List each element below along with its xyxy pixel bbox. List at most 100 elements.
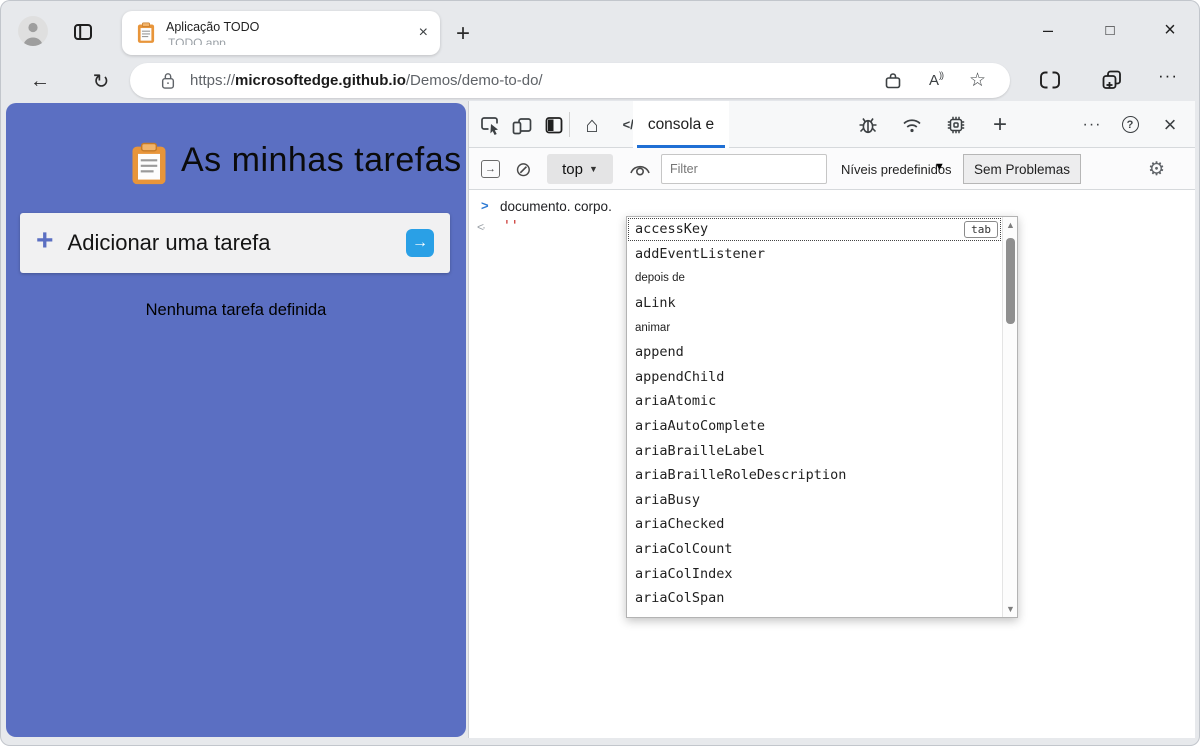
autocomplete-item[interactable]: ariaBusy [627,488,1002,513]
console-prompt-icon: > [481,198,489,213]
autocomplete-item-label: appendChild [635,369,724,385]
toolbar-divider [569,112,570,137]
autocomplete-item-label: addEventListener [635,246,765,262]
scroll-up-icon[interactable]: ▲ [1003,220,1018,230]
console-toolbar: → ⊘ top ▼ Níveis predefinidos ▼ Sem Prob… [469,148,1195,190]
device-emulation-icon[interactable] [511,114,533,136]
console-sidebar-icon[interactable]: → [481,160,500,178]
browser-tab[interactable]: Aplicação TODO TODO app × [122,11,440,55]
autocomplete-popup: accessKey tab addEventListener depois de… [626,216,1018,618]
add-task-label: Adicionar uma tarefa [68,230,271,256]
autocomplete-item[interactable]: aLink [627,291,1002,316]
tab-ghost-title: TODO app [168,36,226,45]
url-text: https://microsoftedge.github.io/Demos/de… [190,72,543,89]
help-icon[interactable]: ? [1117,101,1143,148]
issues-button[interactable]: Sem Problemas [963,154,1081,184]
home-icon[interactable]: ⌂ [577,101,607,148]
autocomplete-item[interactable]: ariaColCount [627,537,1002,562]
todo-app-panel [6,103,466,737]
split-screen-icon[interactable] [1038,69,1062,91]
tab-close-icon[interactable]: × [419,24,428,42]
more-tools-plus-icon[interactable]: + [985,101,1015,148]
devtools-close-icon[interactable]: × [1155,101,1185,148]
add-task-input[interactable]: + Adicionar uma tarefa → [20,213,450,273]
reload-icon[interactable]: ↻ [88,68,114,94]
inspect-element-icon[interactable] [479,114,501,136]
network-wifi-icon[interactable] [901,114,923,136]
chevron-down-icon: ▼ [589,164,598,174]
lock-icon[interactable] [160,71,176,90]
tab-title: Aplicação TODO [166,20,259,34]
address-bar[interactable]: https://microsoftedge.github.io/Demos/de… [130,63,1010,98]
autocomplete-item-label: animar [635,322,670,334]
autocomplete-item-label: ariaBrailleLabel [635,443,765,459]
person-icon [18,16,48,46]
performance-chip-icon[interactable] [945,114,967,136]
autocomplete-item[interactable]: addEventListener [627,242,1002,267]
autocomplete-item[interactable]: ariaAutoComplete [627,414,1002,439]
activity-bar-icon[interactable] [543,114,565,136]
collections-icon[interactable] [1100,68,1124,92]
window-close-button[interactable]: × [1158,18,1182,42]
console-result-value: '' [503,219,519,234]
autocomplete-item[interactable]: ariaBrailleLabel [627,438,1002,463]
autocomplete-item-label: ariaColCount [635,541,733,557]
autocomplete-item[interactable]: append [627,340,1002,365]
autocomplete-item-label: ariaBrailleRoleDescription [635,467,846,483]
autocomplete-item-label: ariaColSpan [635,590,724,606]
autocomplete-item-label: aLink [635,295,676,311]
devtools-panel: ⌂ </> consola e + ··· [468,101,1195,738]
filter-input[interactable] [661,154,827,184]
clear-console-icon[interactable]: ⊘ [515,148,532,190]
autocomplete-item-label: accessKey [635,221,708,237]
page-title: As minhas tarefas [181,141,462,180]
autocomplete-item[interactable]: ariaBrailleRoleDescription [627,463,1002,488]
empty-tasks-message: Nenhuma tarefa definida [6,301,466,320]
minimize-button[interactable]: – [1036,18,1060,42]
tab-console[interactable]: consola e [633,101,729,148]
autocomplete-list: accessKey tab addEventListener depois de… [627,217,1002,617]
scroll-down-icon[interactable]: ▼ [1003,604,1018,614]
autocomplete-item-label: ariaColIndex [635,566,733,582]
result-arrow-icon: <· [477,220,484,234]
autocomplete-item[interactable]: ariaChecked [627,512,1002,537]
console-input-text[interactable]: documento. corpo. [500,199,612,214]
autocomplete-item[interactable]: accessKey tab [627,217,1002,242]
settings-menu-icon[interactable]: ··· [1158,66,1178,86]
autocomplete-item-label: ariaAtomic [635,393,716,409]
autocomplete-item[interactable]: ariaColIndex [627,561,1002,586]
autocomplete-item-label: ariaCurrent [635,615,724,617]
app-install-icon[interactable] [883,71,903,91]
bug-icon[interactable] [857,114,879,136]
tab-actions-menu-icon[interactable] [72,21,94,43]
clipboard-favicon-icon [137,22,155,44]
autocomplete-item-label: depois de [635,272,685,284]
devtools-more-icon[interactable]: ··· [1075,101,1109,148]
autocomplete-item[interactable]: ariaColSpan [627,586,1002,611]
browser-window: Aplicação TODO TODO app × + – □ × ← ↻ ht… [0,0,1200,746]
plus-icon: + [36,224,54,258]
autocomplete-item[interactable]: ariaAtomic [627,389,1002,414]
favorites-star-icon[interactable]: ☆ [969,69,986,92]
autocomplete-item-label: ariaChecked [635,516,724,532]
autocomplete-item[interactable]: appendChild [627,365,1002,390]
autocomplete-scrollbar[interactable]: ▲ ▼ [1002,217,1017,617]
autocomplete-item[interactable]: animar [627,315,1002,340]
context-selector[interactable]: top ▼ [547,154,613,184]
add-task-submit-button[interactable]: → [406,229,434,257]
autocomplete-item[interactable]: depois de [627,266,1002,291]
autocomplete-item-label: append [635,344,684,360]
autocomplete-item[interactable]: ariaCurrent [627,611,1002,618]
autocomplete-item-label: ariaBusy [635,492,700,508]
live-expression-eye-icon[interactable] [629,162,651,177]
profile-avatar[interactable] [18,16,48,46]
read-aloud-icon[interactable]: A)) [929,72,943,89]
scrollbar-thumb[interactable] [1006,238,1015,324]
levels-caret-icon: ▼ [934,161,945,173]
maximize-button[interactable]: □ [1098,18,1122,42]
console-settings-gear-icon[interactable]: ⚙ [1148,148,1165,190]
console-tab-label: consola e [648,116,714,134]
tab-hint-badge: tab [964,221,998,238]
back-icon[interactable]: ← [27,68,53,94]
new-tab-icon[interactable]: + [456,20,470,48]
